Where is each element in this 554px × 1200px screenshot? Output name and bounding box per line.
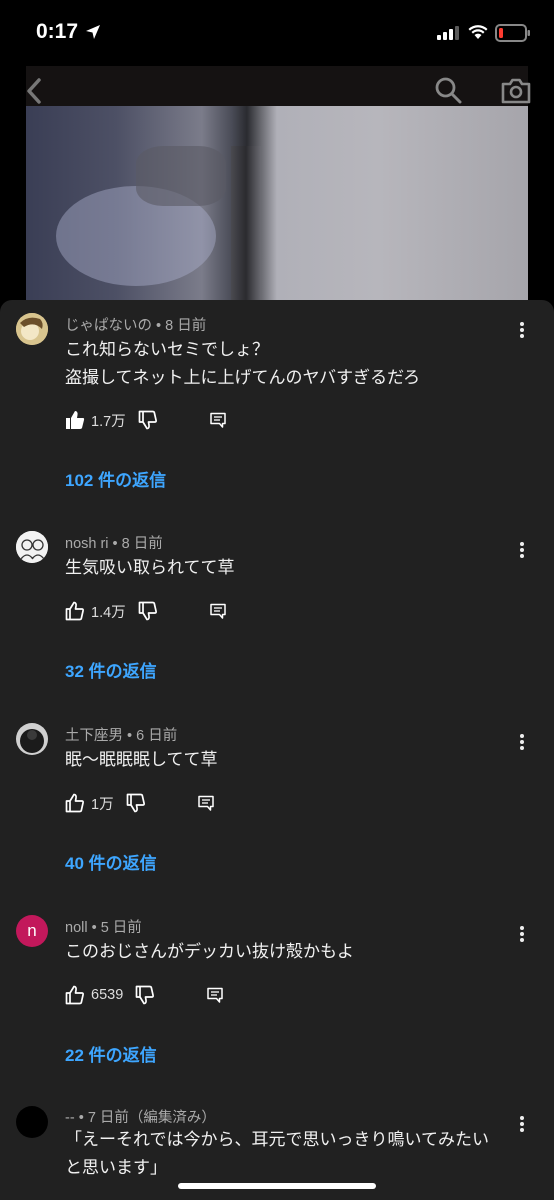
avatar[interactable]	[16, 723, 48, 755]
video-frame[interactable]	[26, 106, 528, 302]
comment-author[interactable]: 土下座男	[65, 728, 123, 744]
reply-button[interactable]	[207, 987, 224, 1003]
comment-meta: 土下座男 • 6 日前	[65, 728, 178, 744]
reply-button[interactable]	[209, 412, 226, 428]
back-chevron-icon[interactable]	[22, 76, 46, 106]
comment-author[interactable]: じゃぱないの	[65, 318, 152, 334]
reply-comment-icon	[197, 795, 214, 811]
comment-meta: じゃぱないの • 8 日前	[65, 318, 207, 334]
comment-text: 「えーそれでは今から、耳元で思いっきり鳴いてみたい と思います」	[65, 1126, 525, 1182]
comment-author[interactable]: nosh ri	[65, 536, 109, 552]
like-count: 1.4万	[91, 604, 126, 621]
like-button[interactable]: 1.7万	[65, 410, 126, 431]
home-indicator[interactable]	[178, 1183, 376, 1189]
comment-actions: 6539	[65, 983, 224, 1007]
like-button[interactable]: 1.4万	[65, 601, 126, 622]
status-bar: 0:17	[0, 0, 554, 66]
comment-text: 眠〜眠眠眠してて草	[65, 746, 525, 774]
comments-panel[interactable]: じゃぱないの • 8 日前 これ知らないセミでしょ？ 盗撮してネット上に上げてん…	[0, 300, 554, 1200]
thumbs-up-icon	[65, 985, 84, 1005]
like-button[interactable]: 6539	[65, 985, 123, 1005]
comment-meta: -- • 7 日前（編集済み）	[65, 1110, 216, 1126]
comment-author[interactable]: --	[65, 1110, 75, 1126]
thumbs-down-icon	[138, 410, 157, 430]
dislike-button[interactable]	[135, 985, 155, 1005]
dislike-button[interactable]	[138, 601, 158, 621]
video-pillar	[231, 146, 261, 302]
thumbs-up-icon	[65, 793, 84, 813]
reply-comment-icon	[209, 603, 226, 619]
comment-age: 8 日前	[121, 536, 163, 552]
comment-text: このおじさんがデッカい抜け殻かもよ	[65, 938, 525, 966]
reply-comment-icon	[207, 987, 224, 1003]
avatar-illustration-icon	[16, 313, 48, 345]
thumbs-down-icon	[135, 985, 155, 1005]
comment-author[interactable]: noll	[65, 920, 88, 936]
comment-text: これ知らないセミでしょ？ 盗撮してネット上に上げてんのヤバすぎるだろ	[65, 336, 525, 392]
battery-low-icon	[495, 24, 530, 42]
comment-actions: 1.4万	[65, 599, 226, 623]
reply-comment-icon	[209, 412, 226, 428]
wifi-icon	[468, 25, 488, 39]
dislike-button[interactable]	[126, 793, 146, 813]
comment-line: 「えーそれでは今から、耳元で思いっきり鳴いてみたい	[65, 1130, 489, 1149]
comment-age: 8 日前	[165, 318, 207, 334]
comment-age: 7 日前（編集済み）	[87, 1110, 216, 1126]
comment-actions: 1万	[65, 791, 214, 815]
reply-button[interactable]	[197, 795, 214, 811]
avatar-figure-icon	[16, 723, 48, 755]
avatar-letter: n	[27, 921, 37, 940]
avatar[interactable]	[16, 531, 48, 563]
comment-line: このおじさんがデッカい抜け殻かもよ	[65, 942, 354, 961]
like-button[interactable]: 1万	[65, 793, 114, 814]
status-time: 0:17	[36, 20, 79, 43]
comment-age: 6 日前	[136, 728, 178, 744]
comment-text: 生気吸い取られてて草	[65, 554, 525, 582]
comment-meta: noll • 5 日前	[65, 920, 142, 936]
comment-age: 5 日前	[100, 920, 142, 936]
reply-button[interactable]	[209, 603, 226, 619]
dislike-button[interactable]	[138, 410, 158, 430]
view-replies-link[interactable]: 40 件の返信	[65, 849, 157, 874]
thumbs-down-icon	[126, 793, 145, 813]
comment-line: 生気吸い取られてて草	[65, 558, 235, 577]
comment-line: と思います」	[65, 1158, 167, 1177]
comment-actions: 1.7万	[65, 408, 226, 432]
search-icon[interactable]	[434, 76, 462, 104]
avatar[interactable]	[16, 1106, 48, 1138]
comment-line: 盗撮してネット上に上げてんのヤバすぎるだろ	[65, 368, 421, 387]
cellular-signal-icon	[437, 26, 459, 40]
thumbs-up-icon	[65, 601, 84, 621]
like-count: 6539	[91, 987, 124, 1003]
camera-icon[interactable]	[500, 76, 532, 104]
avatar-sketch-icon	[16, 531, 48, 563]
avatar[interactable]: n	[16, 915, 48, 947]
comment-line: 眠〜眠眠眠してて草	[65, 750, 218, 769]
view-replies-link[interactable]: 32 件の返信	[65, 657, 157, 682]
like-count: 1万	[91, 796, 114, 813]
view-replies-link[interactable]: 22 件の返信	[65, 1041, 157, 1066]
comment-meta: nosh ri • 8 日前	[65, 536, 163, 552]
like-count: 1.7万	[91, 413, 126, 430]
thumbs-down-icon	[138, 601, 157, 621]
view-replies-link[interactable]: 102 件の返信	[65, 466, 166, 491]
location-arrow-icon	[86, 25, 100, 39]
video-shadow	[136, 146, 226, 206]
thumbs-up-filled-icon	[66, 411, 85, 429]
comment-line: これ知らないセミでしょ？	[65, 340, 269, 359]
avatar[interactable]	[16, 313, 48, 345]
